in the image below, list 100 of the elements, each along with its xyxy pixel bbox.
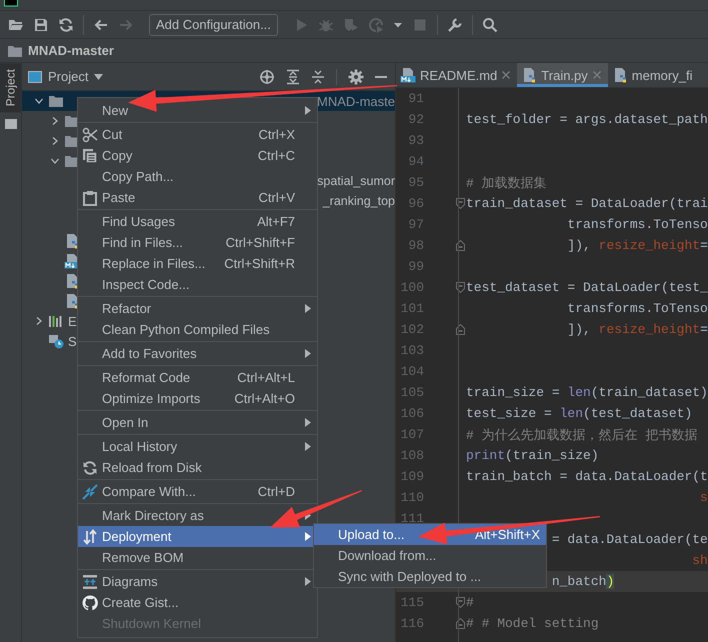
code-line: s (700, 490, 708, 505)
menu-item[interactable]: Clean Python Compiled Files (78, 319, 317, 340)
line-number: 116 (400, 616, 424, 631)
line-number: 92 (408, 112, 424, 127)
editor-tab[interactable]: Train.py (517, 63, 608, 87)
line-number: 98 (408, 238, 424, 253)
menu-item[interactable]: Copy Path... (78, 166, 317, 187)
submenu-arrow-icon (305, 577, 311, 586)
line-number: 104 (400, 364, 424, 379)
line-number: 107 (400, 427, 424, 442)
line-number: 94 (408, 154, 424, 169)
python-file-icon (64, 293, 80, 309)
submenu-arrow-icon (305, 532, 311, 541)
add-configuration-button[interactable]: Add Configuration... (149, 14, 278, 36)
line-number: 95 (408, 175, 424, 190)
menu-item[interactable]: Optimize Imports Ctrl+Alt+O (78, 388, 317, 409)
line-number: 103 (400, 343, 424, 358)
line-number: 109 (400, 469, 424, 484)
panel-icon (28, 70, 42, 82)
line-number: 110 (400, 490, 424, 505)
menu-item[interactable]: Reformat Code Ctrl+Alt+L (78, 367, 317, 388)
menu-item[interactable]: Copy Ctrl+C (78, 145, 317, 166)
cat-logo-icon (82, 594, 98, 610)
code-line: # (466, 595, 474, 610)
caret-icon (94, 74, 104, 80)
submenu-arrow-icon (305, 418, 311, 427)
close-icon (501, 70, 512, 80)
code-line: # 加载数据集 (466, 174, 547, 192)
code-line: ]), resize_height= (567, 322, 708, 337)
chevron-right-icon[interactable] (34, 316, 44, 326)
menu-item[interactable]: Compare With... Ctrl+D (78, 481, 317, 502)
code-line: test_size = len(test_dataset) (466, 406, 692, 421)
line-number: 93 (408, 133, 424, 148)
settings-icon (348, 68, 364, 84)
python-file-icon (64, 273, 80, 289)
file-name[interactable]: _ranking_top (322, 194, 395, 208)
project-breadcrumb[interactable]: MNAD-master (28, 43, 114, 58)
code-line: = data.DataLoader(te (552, 532, 708, 547)
tool-window-tab[interactable]: Project (0, 63, 21, 112)
code-line: n_batch) (552, 574, 614, 589)
locate-icon (259, 68, 275, 84)
compare-arrows-icon (82, 484, 98, 500)
code-line: # # Model setting (466, 616, 599, 631)
menu-item[interactable]: Find Usages Alt+F7 (78, 211, 317, 232)
menu-item[interactable]: Local History (78, 436, 317, 457)
menu-item[interactable]: Diagrams (78, 571, 317, 592)
code-line: test_dataset = DataLoader(test_ (466, 280, 708, 295)
up-down-arrows-icon (82, 528, 98, 544)
line-number: 100 (400, 280, 424, 295)
line-number: 97 (408, 217, 424, 232)
folder-path: MNAD-maste (316, 94, 395, 108)
file-name[interactable]: spatial_sumor (317, 174, 395, 188)
panel-title[interactable]: Project (48, 69, 88, 84)
code-line: train_size = len(train_dataset) (466, 385, 708, 400)
menu-item[interactable]: Open In (78, 412, 317, 433)
menu-item[interactable]: Add to Favorites (78, 343, 317, 364)
menu-item[interactable]: Find in Files... Ctrl+Shift+F (78, 232, 317, 253)
code-line: print(train_size) (466, 448, 599, 463)
structure-icon (4, 118, 16, 130)
line-number: 115 (400, 595, 424, 610)
line-number: 105 (400, 385, 424, 400)
submenu-arrow-icon (305, 442, 311, 451)
code-line: # 为什么先加载数据，然后在 把书数据 (466, 426, 698, 444)
copy-icon (82, 148, 98, 164)
menu-item[interactable]: Create Gist... (78, 592, 317, 613)
submenu-arrow-icon (305, 304, 311, 313)
tree-item-label[interactable]: S (68, 334, 77, 348)
chevron-right-icon[interactable] (50, 116, 60, 126)
python-file-icon (521, 67, 538, 83)
line-number: 99 (408, 259, 424, 274)
chevron-right-icon[interactable] (50, 136, 60, 146)
menu-item[interactable]: Reload from Disk (78, 457, 317, 478)
diagram-icon (82, 574, 98, 590)
menu-item[interactable]: New (78, 100, 317, 121)
menu-item[interactable]: Refactor (78, 298, 317, 319)
code-line: transforms.ToTenso (567, 217, 708, 232)
library-icon (48, 313, 64, 329)
menu-item[interactable]: Replace in Files... Ctrl+Shift+R (78, 253, 317, 274)
expand-all-icon (286, 68, 300, 84)
code-line: transforms.ToTenso (567, 301, 708, 316)
line-number: 101 (400, 301, 424, 316)
clipboard-icon (82, 190, 98, 206)
line-number: 106 (400, 406, 424, 421)
menu-item[interactable]: Paste Ctrl+V (78, 187, 317, 208)
code-line: train_dataset = DataLoader(trai (466, 196, 708, 211)
python-file-icon (64, 233, 80, 249)
menu-item[interactable]: Sync with Deployed to ... (314, 566, 546, 587)
line-number: 111 (400, 511, 424, 526)
line-number: 102 (400, 322, 424, 337)
tree-item-label[interactable]: E (68, 314, 77, 328)
menu-item[interactable]: Download from... (314, 545, 546, 566)
menu-item[interactable]: Cut Ctrl+X (78, 124, 317, 145)
scratch-file-icon (48, 333, 64, 349)
chevron-down-icon[interactable] (34, 96, 44, 106)
menu-item[interactable]: Remove BOM (78, 547, 317, 568)
minimize-icon (375, 76, 387, 78)
app-logo-icon (4, 0, 18, 7)
chevron-down-icon[interactable] (50, 156, 60, 166)
menu-item[interactable]: Inspect Code... (78, 274, 317, 295)
submenu-arrow-icon (305, 106, 311, 115)
